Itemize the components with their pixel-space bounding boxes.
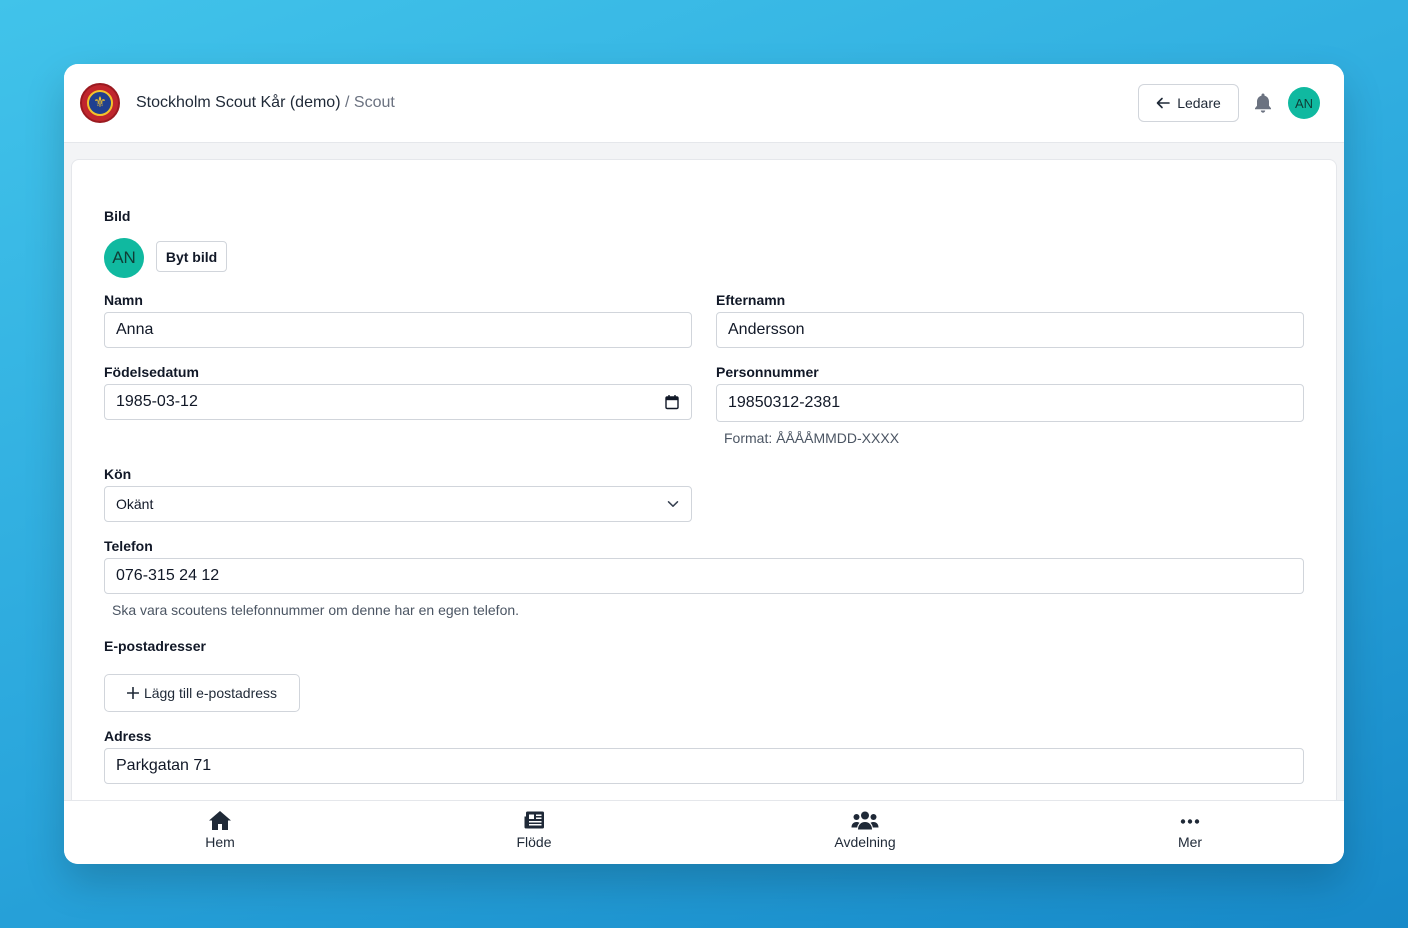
nav-item-division[interactable]: Avdelning <box>805 810 925 856</box>
change-picture-button[interactable]: Byt bild <box>156 241 227 272</box>
nav-division-label: Avdelning <box>834 834 896 850</box>
breadcrumb-separator: / <box>344 94 350 111</box>
bell-icon[interactable] <box>1253 92 1273 114</box>
picture-label: Bild <box>104 208 131 224</box>
app-window: ⚜ Stockholm Scout Kår (demo) / Scout Led… <box>64 64 1344 864</box>
nav-more-label: Mer <box>1177 834 1203 850</box>
breadcrumb: Stockholm Scout Kår (demo) / Scout <box>136 94 395 112</box>
birth-date-label: Födelsedatum <box>104 364 199 380</box>
nav-item-more[interactable]: Mer <box>1130 810 1250 856</box>
scout-logo[interactable]: ⚜ <box>80 83 120 123</box>
first-name-value: Anna <box>116 321 154 338</box>
personal-number-label: Personnummer <box>716 364 819 380</box>
personal-number-input[interactable]: 19850312-2381 <box>716 384 1304 422</box>
nav-item-feed[interactable]: Flöde <box>474 810 594 856</box>
top-bar: ⚜ Stockholm Scout Kår (demo) / Scout Led… <box>64 64 1344 143</box>
emails-label: E-postadresser <box>104 638 206 654</box>
logo-emblem-icon: ⚜ <box>87 90 113 116</box>
birth-date-value: 1985-03-12 <box>116 393 198 410</box>
plus-icon <box>126 687 139 699</box>
user-avatar[interactable]: AN <box>1288 87 1320 119</box>
scout-avatar-initials: AN <box>112 248 136 267</box>
chevron-down-icon <box>667 501 679 507</box>
address-label: Adress <box>104 728 152 744</box>
gender-value: Okänt <box>116 496 154 512</box>
add-email-button[interactable]: Lägg till e-postadress <box>104 674 300 712</box>
users-icon <box>851 811 879 830</box>
personal-number-hint: Format: ÅÅÅÅMMDD-XXXX <box>724 430 900 446</box>
arrow-left-icon <box>1156 97 1171 109</box>
birth-date-input[interactable]: 1985-03-12 <box>104 384 692 420</box>
bottom-navigation: Hem Flöde Avdelning Mer <box>64 800 1344 864</box>
phone-hint: Ska vara scoutens telefonnummer om denne… <box>112 602 520 618</box>
user-avatar-initials: AN <box>1294 95 1314 111</box>
scout-avatar: AN <box>104 238 144 278</box>
newspaper-icon <box>524 811 544 829</box>
nav-home-label: Hem <box>205 834 235 850</box>
last-name-value: Andersson <box>728 321 805 338</box>
calendar-icon[interactable] <box>665 395 679 410</box>
breadcrumb-section: Scout <box>353 94 395 111</box>
address-input[interactable]: Parkgatan 71 <box>104 748 1304 784</box>
nav-feed-label: Flöde <box>516 834 552 850</box>
last-name-input[interactable]: Andersson <box>716 312 1304 348</box>
breadcrumb-org[interactable]: Stockholm Scout Kår (demo) <box>136 94 341 111</box>
back-to-leader-button[interactable]: Ledare <box>1138 84 1239 122</box>
gender-label: Kön <box>104 466 132 482</box>
add-email-label: Lägg till e-postadress <box>143 685 278 701</box>
nav-item-home[interactable]: Hem <box>160 810 280 856</box>
phone-value: 076-315 24 12 <box>116 567 220 584</box>
personal-number-value: 19850312-2381 <box>728 394 841 411</box>
home-icon <box>209 811 231 830</box>
first-name-input[interactable]: Anna <box>104 312 692 348</box>
phone-label: Telefon <box>104 538 153 554</box>
scout-form-card: Bild AN Byt bild Namn Anna Efternamn And… <box>71 159 1337 859</box>
first-name-label: Namn <box>104 292 143 308</box>
more-icon <box>1180 819 1200 824</box>
last-name-label: Efternamn <box>716 292 786 308</box>
phone-input[interactable]: 076-315 24 12 <box>104 558 1304 594</box>
back-button-label: Ledare <box>1177 95 1221 111</box>
gender-select[interactable]: Okänt <box>104 486 692 522</box>
address-value: Parkgatan 71 <box>116 757 212 774</box>
